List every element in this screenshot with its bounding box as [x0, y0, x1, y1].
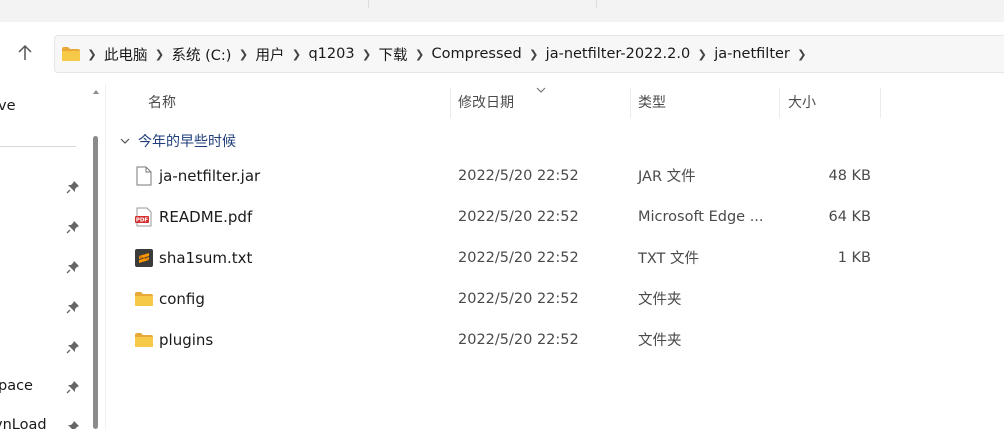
chevron-right-icon[interactable]: ❯	[411, 48, 429, 61]
file-size: 64 KB	[828, 208, 871, 225]
breadcrumb-item[interactable]: ja-netfilter	[711, 46, 793, 62]
pin-icon[interactable]	[66, 300, 80, 314]
folder-row[interactable]: config 2022/5/20 22:52 文件夹	[106, 278, 1004, 319]
file-modified: 2022/5/20 22:52	[458, 290, 579, 307]
arrow-up-icon	[18, 44, 32, 60]
file-type: JAR 文件	[638, 169, 696, 185]
file-name: sha1sum.txt	[159, 248, 253, 267]
nav-item-workspace[interactable]: pace	[0, 378, 33, 394]
column-separator[interactable]	[450, 88, 451, 118]
file-size: 1 KB	[837, 249, 871, 266]
jar-file-icon	[134, 166, 154, 186]
pin-icon[interactable]	[66, 380, 80, 394]
up-button[interactable]	[10, 38, 40, 68]
tab-strip	[0, 0, 1004, 23]
nav-item-download[interactable]: vnLoad	[0, 417, 47, 429]
chevron-right-icon[interactable]: ❯	[234, 48, 252, 61]
chevron-right-icon[interactable]: ❯	[793, 48, 811, 61]
column-name-label: 名称	[148, 95, 176, 111]
folder-icon	[134, 289, 154, 309]
breadcrumb-item[interactable]: 此电脑	[101, 44, 151, 65]
file-name: plugins	[159, 330, 214, 349]
svg-text:PDF: PDF	[136, 218, 149, 224]
chevron-right-icon[interactable]: ❯	[287, 48, 305, 61]
file-row[interactable]: ja-netfilter.jar 2022/5/20 22:52 JAR 文件 …	[106, 155, 1004, 196]
pin-icon[interactable]	[66, 420, 80, 429]
column-header-type[interactable]: 类型	[638, 84, 778, 120]
chevron-right-icon[interactable]: ❯	[358, 48, 376, 61]
pin-icon[interactable]	[66, 260, 80, 274]
pdf-file-icon: PDF	[134, 207, 154, 227]
breadcrumb-item[interactable]: Compressed	[429, 46, 525, 62]
file-type: 文件夹	[638, 292, 682, 308]
file-name: README.pdf	[159, 207, 253, 226]
column-separator[interactable]	[880, 88, 881, 118]
file-row[interactable]: PDF README.pdf 2022/5/20 22:52 Microsoft…	[106, 196, 1004, 237]
file-type: Microsoft Edge ...	[638, 208, 764, 225]
chevron-down-icon[interactable]	[118, 134, 132, 148]
navigation-pane: ve pace vnLoad	[0, 84, 106, 429]
chevron-right-icon[interactable]: ❯	[151, 48, 169, 61]
group-label: 今年的早些时候	[138, 134, 236, 150]
chevron-right-icon[interactable]: ❯	[83, 48, 101, 61]
breadcrumb-item[interactable]: q1203	[305, 46, 357, 62]
file-name: config	[159, 289, 205, 308]
folder-row[interactable]: plugins 2022/5/20 22:52 文件夹	[106, 319, 1004, 360]
breadcrumb-item[interactable]: 系统 (C:)	[169, 44, 235, 65]
pin-icon[interactable]	[66, 180, 80, 194]
breadcrumb-item[interactable]: 用户	[252, 44, 287, 65]
pin-icon[interactable]	[66, 340, 80, 354]
chevron-right-icon[interactable]: ❯	[693, 48, 711, 61]
chevron-right-icon[interactable]: ❯	[525, 48, 543, 61]
sublime-text-file-icon	[134, 248, 154, 268]
navigation-bar: ❯ 此电脑 ❯ 系统 (C:) ❯ 用户 ❯ q1203 ❯ 下载 ❯ Comp…	[0, 22, 1004, 84]
file-list: 名称 修改日期 类型 大小 今年的早些时候 ja-netfilter.jar 2…	[106, 84, 1004, 429]
column-separator[interactable]	[779, 88, 780, 118]
pin-icon[interactable]	[66, 220, 80, 234]
breadcrumb-item[interactable]: ja-netfilter-2022.2.0	[543, 46, 694, 62]
column-modified-label: 修改日期	[458, 95, 514, 111]
nav-item-onedrive[interactable]: ve	[0, 98, 16, 114]
file-modified: 2022/5/20 22:52	[458, 331, 579, 348]
nav-divider	[0, 146, 76, 147]
file-modified: 2022/5/20 22:52	[458, 249, 579, 266]
column-type-label: 类型	[638, 95, 666, 111]
file-modified: 2022/5/20 22:52	[458, 208, 579, 225]
column-size-label: 大小	[788, 95, 816, 111]
folder-icon	[134, 330, 154, 350]
file-type: 文件夹	[638, 333, 682, 349]
file-type: TXT 文件	[638, 251, 700, 267]
file-size: 48 KB	[828, 167, 871, 184]
folder-icon	[61, 46, 81, 62]
column-header-modified[interactable]: 修改日期	[458, 84, 628, 120]
file-row[interactable]: sha1sum.txt 2022/5/20 22:52 TXT 文件 1 KB	[106, 237, 1004, 278]
breadcrumb-item[interactable]: 下载	[376, 44, 411, 65]
column-header-name[interactable]: 名称	[148, 84, 448, 120]
column-header-size[interactable]: 大小	[788, 84, 878, 120]
tab-separator	[368, 0, 369, 8]
file-modified: 2022/5/20 22:52	[458, 167, 579, 184]
scroll-up-arrow-icon[interactable]	[93, 90, 99, 94]
group-header[interactable]: 今年的早些时候	[118, 131, 236, 151]
file-name: ja-netfilter.jar	[159, 166, 261, 185]
nav-scrollbar-thumb[interactable]	[93, 136, 98, 429]
address-bar[interactable]: ❯ 此电脑 ❯ 系统 (C:) ❯ 用户 ❯ q1203 ❯ 下载 ❯ Comp…	[54, 35, 1004, 73]
column-separator[interactable]	[630, 88, 631, 118]
tab-separator	[596, 0, 597, 8]
breadcrumb: ❯ 此电脑 ❯ 系统 (C:) ❯ 用户 ❯ q1203 ❯ 下载 ❯ Comp…	[83, 44, 811, 65]
